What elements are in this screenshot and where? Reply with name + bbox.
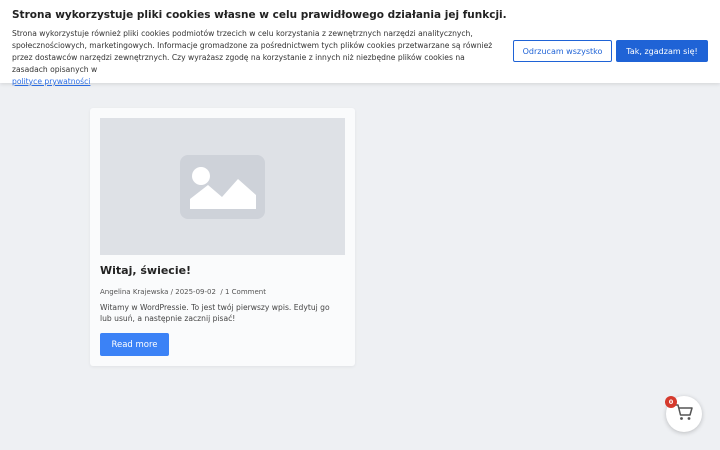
cart-count-badge: 0 bbox=[665, 396, 677, 408]
cookie-title: Strona wykorzystuje pliki cookies własne… bbox=[12, 9, 507, 21]
post-date[interactable]: 2025-09-02 bbox=[175, 288, 216, 296]
post-card: Witaj, świecie! Angelina Krajewska / 202… bbox=[90, 108, 355, 366]
post-thumbnail[interactable] bbox=[100, 118, 345, 255]
decline-all-button[interactable]: Odrzucam wszystko bbox=[513, 40, 612, 62]
shopping-cart-icon bbox=[674, 403, 694, 425]
post-meta: Angelina Krajewska / 2025-09-02 / 1 Comm… bbox=[100, 288, 266, 296]
accept-cookies-button[interactable]: Tak, zgadzam się! bbox=[616, 40, 708, 62]
privacy-policy-link[interactable]: polityce prywatności bbox=[12, 77, 90, 86]
read-more-button[interactable]: Read more bbox=[100, 333, 169, 356]
post-author[interactable]: Angelina Krajewska bbox=[100, 288, 168, 296]
cookie-banner: Strona wykorzystuje pliki cookies własne… bbox=[0, 0, 720, 86]
cookie-description: Strona wykorzystuje również pliki cookie… bbox=[12, 29, 493, 74]
post-title[interactable]: Witaj, świecie! bbox=[100, 264, 191, 278]
post-comments-link[interactable]: 1 Comment bbox=[225, 288, 266, 296]
post-excerpt: Witamy w WordPressie. To jest twój pierw… bbox=[100, 303, 330, 323]
cookie-text: Strona wykorzystuje również pliki cookie… bbox=[12, 28, 502, 88]
image-placeholder-icon bbox=[180, 155, 265, 219]
